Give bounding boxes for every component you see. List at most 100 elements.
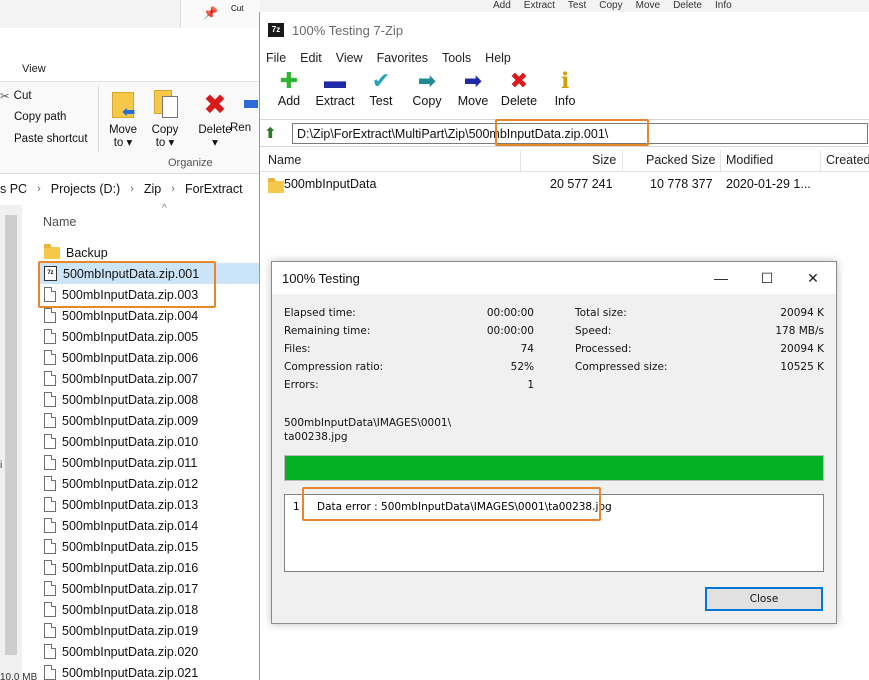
file-name: 500mbInputData.zip.017: [62, 581, 199, 596]
top-command-info: Info: [714, 0, 732, 11]
stat-label: Remaining time:: [284, 325, 371, 337]
info-toolbar-button[interactable]: ℹ Info: [542, 68, 588, 116]
stat-value: 00:00:00: [486, 307, 534, 319]
file-icon: [44, 455, 56, 470]
file-list-item[interactable]: 500mbInputData.zip.016: [40, 557, 259, 578]
file-list-item[interactable]: 500mbInputData.zip.020: [40, 641, 259, 662]
copy-to-button[interactable]: Copy to ▾: [142, 88, 188, 150]
column-separator: [622, 150, 623, 172]
file-list-item[interactable]: 500mbInputData.zip.009: [40, 410, 259, 431]
current-path-line1: 500mbInputData\IMAGES\0001\: [284, 417, 452, 429]
file-list-item[interactable]: 500mbInputData.zip.012: [40, 473, 259, 494]
delete-x-icon: ✖: [509, 68, 529, 93]
rename-button[interactable]: Ren: [230, 88, 260, 135]
scrollbar-thumb[interactable]: [5, 215, 17, 655]
file-icon: [44, 476, 56, 491]
column-separator: [520, 150, 521, 172]
error-log-list[interactable]: 1 Data error : 500mbInputData\IMAGES\000…: [284, 494, 824, 572]
info-icon: ℹ: [560, 68, 570, 93]
move-toolbar-button[interactable]: ➡ Move: [450, 68, 496, 116]
vertical-scrollbar[interactable]: [0, 205, 22, 680]
file-list-item[interactable]: 500mbInputData.zip.010: [40, 431, 259, 452]
extract-toolbar-button[interactable]: ▬ Extract: [312, 68, 358, 116]
file-list-item[interactable]: 500mbInputData.zip.013: [40, 494, 259, 515]
sevenzip-title: 100% Testing 7-Zip: [292, 22, 404, 38]
move-to-button[interactable]: ⬅ Move to ▾: [100, 88, 146, 150]
log-row-message: Data error : 500mbInputData\IMAGES\0001\…: [317, 501, 612, 513]
minimize-icon[interactable]: —: [698, 262, 744, 294]
arrow-right-icon: ➡: [463, 68, 483, 93]
top-command-extract: Extract: [523, 0, 555, 11]
top-command-strip: Add Extract Test Copy Move Delete Info: [485, 0, 732, 12]
menu-tools[interactable]: Tools: [442, 51, 471, 65]
pin-icon: 📌: [203, 6, 218, 20]
sevenzip-logo-icon: 7z: [268, 23, 284, 37]
stat-label: Elapsed time:: [284, 307, 356, 319]
toolbar-label: Test: [369, 94, 393, 108]
menu-file[interactable]: File: [266, 51, 286, 65]
test-toolbar-button[interactable]: ✔ Test: [358, 68, 404, 116]
breadcrumb[interactable]: s PC › Projects (D:) › Zip › ForExtract: [0, 178, 259, 200]
cut-button[interactable]: ✂ Cut: [0, 89, 32, 103]
file-list-item[interactable]: 500mbInputData.zip.008: [40, 389, 259, 410]
copy-toolbar-button[interactable]: ➡ Copy: [404, 68, 450, 116]
delete-toolbar-button[interactable]: ✖ Delete: [496, 68, 542, 116]
column-created[interactable]: Created: [826, 153, 869, 167]
copy-to-icon: [150, 88, 180, 122]
menu-view[interactable]: View: [336, 51, 363, 65]
file-list-item[interactable]: 7z 500mbInputData.zip.001: [40, 263, 259, 284]
toolbar-label: Info: [554, 94, 576, 108]
file-list-item[interactable]: Backup: [40, 242, 259, 263]
archive-row[interactable]: 500mbInputData 20 577 241 10 778 377 202…: [260, 174, 869, 194]
file-icon: [44, 539, 56, 554]
tab-view[interactable]: View: [22, 63, 46, 75]
file-icon: [44, 392, 56, 407]
file-icon: [44, 623, 56, 638]
file-list-item[interactable]: 500mbInputData.zip.003: [40, 284, 259, 305]
menu-help[interactable]: Help: [485, 51, 511, 65]
breadcrumb-item[interactable]: Projects (D:): [51, 182, 120, 196]
file-list-item[interactable]: 500mbInputData.zip.011: [40, 452, 259, 473]
file-list-item[interactable]: 500mbInputData.zip.004: [40, 305, 259, 326]
stat-label: Total size:: [575, 307, 627, 319]
menu-edit[interactable]: Edit: [300, 51, 322, 65]
sort-ascending-icon: ^: [162, 203, 167, 214]
column-header-name[interactable]: Name: [43, 215, 76, 229]
file-list-item[interactable]: 500mbInputData.zip.017: [40, 578, 259, 599]
stat-value: 00:00:00: [486, 325, 534, 337]
file-list-item[interactable]: 500mbInputData.zip.015: [40, 536, 259, 557]
toolbar-label: Extract: [315, 94, 355, 108]
up-folder-icon[interactable]: ⬆: [264, 124, 282, 142]
toolbar-label: Add: [277, 94, 301, 108]
breadcrumb-item[interactable]: Zip: [144, 182, 161, 196]
sevenzip-address-field[interactable]: D:\Zip\ForExtract\MultiPart\Zip\ 500mbInp…: [292, 123, 868, 144]
stat-label: Files:: [284, 343, 311, 355]
copy-path-button[interactable]: Copy path: [0, 111, 66, 123]
column-name[interactable]: Name: [268, 153, 301, 167]
file-list-item[interactable]: 500mbInputData.zip.005: [40, 326, 259, 347]
breadcrumb-item[interactable]: s PC: [0, 182, 27, 196]
file-name: 500mbInputData.zip.014: [62, 518, 199, 533]
file-name: 500mbInputData.zip.010: [62, 434, 199, 449]
log-row-number: 1: [293, 501, 300, 513]
file-list-item[interactable]: 500mbInputData.zip.007: [40, 368, 259, 389]
file-list-item[interactable]: 500mbInputData.zip.006: [40, 347, 259, 368]
column-separator: [820, 150, 821, 172]
file-list-item[interactable]: 500mbInputData.zip.021: [40, 662, 259, 680]
column-packed-size[interactable]: Packed Size: [646, 153, 715, 167]
paste-shortcut-button[interactable]: Paste shortcut: [0, 133, 88, 145]
column-size[interactable]: Size: [592, 153, 616, 167]
maximize-icon[interactable]: ☐: [744, 262, 790, 294]
menu-favorites[interactable]: Favorites: [377, 51, 428, 65]
close-button[interactable]: Close: [705, 587, 823, 611]
file-list-item[interactable]: 500mbInputData.zip.019: [40, 620, 259, 641]
close-icon[interactable]: ✕: [790, 262, 836, 294]
breadcrumb-item[interactable]: ForExtract: [185, 182, 243, 196]
add-toolbar-button[interactable]: ✚ Add: [266, 68, 312, 116]
top-command-delete: Delete: [673, 0, 702, 11]
top-command-add: Add: [493, 0, 511, 11]
column-modified[interactable]: Modified: [726, 153, 773, 167]
file-icon: [44, 350, 56, 365]
file-list-item[interactable]: 500mbInputData.zip.014: [40, 515, 259, 536]
file-list-item[interactable]: 500mbInputData.zip.018: [40, 599, 259, 620]
